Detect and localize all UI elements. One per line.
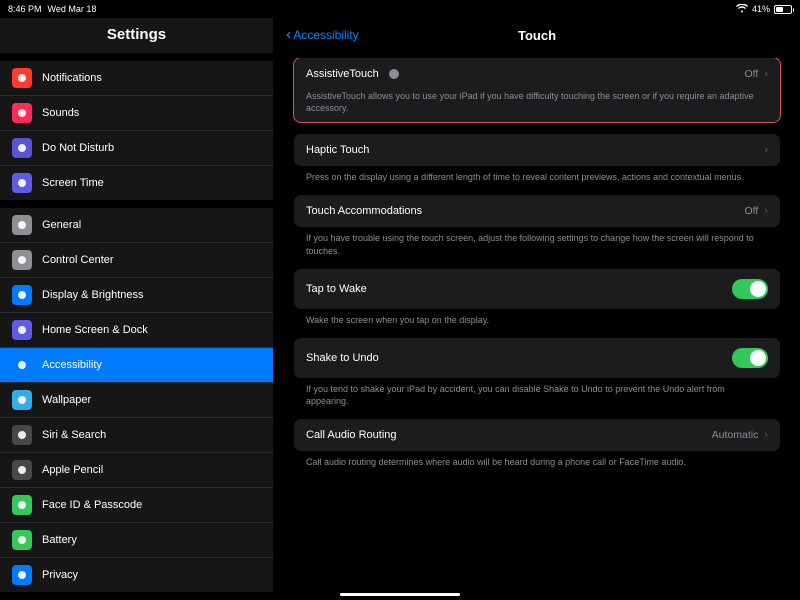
setting-footer: Press on the display using a different l… bbox=[294, 166, 780, 183]
sidebar-item-general[interactable]: General bbox=[0, 208, 273, 243]
switches-icon bbox=[12, 250, 32, 270]
sidebar-item-home-screen-dock[interactable]: Home Screen & Dock bbox=[0, 313, 273, 348]
setting-call-audio-routing[interactable]: Call Audio Routing Automatic › bbox=[294, 419, 780, 451]
battery-icon bbox=[12, 530, 32, 550]
setting-footer: AssistiveTouch allows you to use your iP… bbox=[294, 90, 780, 122]
sidebar-item-face-id-passcode[interactable]: Face ID & Passcode bbox=[0, 488, 273, 523]
toggle-switch[interactable] bbox=[732, 348, 768, 368]
sidebar-item-label: Screen Time bbox=[42, 177, 104, 189]
battery-percent: 41% bbox=[752, 4, 770, 14]
setting-assistivetouch[interactable]: AssistiveTouch Off › bbox=[294, 58, 780, 90]
hand-icon bbox=[12, 565, 32, 585]
sidebar-title: Settings bbox=[0, 18, 273, 53]
battery-icon bbox=[774, 5, 792, 14]
grid-icon bbox=[12, 320, 32, 340]
back-button[interactable]: ‹ Accessibility bbox=[286, 26, 359, 44]
sidebar-item-apple-pencil[interactable]: Apple Pencil bbox=[0, 453, 273, 488]
chevron-right-icon: › bbox=[764, 144, 768, 156]
flower-icon bbox=[12, 390, 32, 410]
sidebar-item-siri-search[interactable]: Siri & Search bbox=[0, 418, 273, 453]
sidebar-item-privacy[interactable]: Privacy bbox=[0, 558, 273, 592]
bell-icon bbox=[12, 68, 32, 88]
main-panel: ‹ Accessibility Touch AssistiveTouch Off ›… bbox=[274, 18, 800, 600]
wifi-icon bbox=[736, 4, 748, 15]
sidebar-item-label: Face ID & Passcode bbox=[42, 499, 142, 511]
settings-sidebar: Settings Notifications Sounds Do Not Distu… bbox=[0, 18, 274, 600]
chevron-right-icon: › bbox=[764, 205, 768, 217]
setting-label: Tap to Wake bbox=[306, 283, 367, 295]
sidebar-item-label: Home Screen & Dock bbox=[42, 324, 148, 336]
status-dot-icon bbox=[389, 69, 399, 79]
faceid-icon bbox=[12, 495, 32, 515]
status-date: Wed Mar 18 bbox=[48, 4, 97, 14]
setting-label: Shake to Undo bbox=[306, 352, 379, 364]
sidebar-item-label: Do Not Disturb bbox=[42, 142, 114, 154]
speaker-icon bbox=[12, 103, 32, 123]
sidebar-item-control-center[interactable]: Control Center bbox=[0, 243, 273, 278]
setting-haptic-touch[interactable]: Haptic Touch › bbox=[294, 134, 780, 166]
sidebar-item-accessibility[interactable]: Accessibility bbox=[0, 348, 273, 383]
pencil-icon bbox=[12, 460, 32, 480]
setting-value: Off bbox=[745, 68, 759, 80]
chevron-right-icon: › bbox=[764, 429, 768, 441]
status-bar: 8:46 PM Wed Mar 18 41% bbox=[0, 0, 800, 18]
toggle-switch[interactable] bbox=[732, 279, 768, 299]
hourglass-icon bbox=[12, 173, 32, 193]
setting-label: Haptic Touch bbox=[306, 144, 369, 156]
page-title: Touch bbox=[518, 28, 556, 43]
sidebar-item-wallpaper[interactable]: Wallpaper bbox=[0, 383, 273, 418]
sidebar-item-label: Battery bbox=[42, 534, 77, 546]
chevron-right-icon: › bbox=[764, 68, 768, 80]
sidebar-item-sounds[interactable]: Sounds bbox=[0, 96, 273, 131]
setting-label: Call Audio Routing bbox=[306, 429, 397, 441]
text-size-icon bbox=[12, 285, 32, 305]
setting-tap-to-wake[interactable]: Tap to Wake bbox=[294, 269, 780, 309]
sidebar-item-display-brightness[interactable]: Display & Brightness bbox=[0, 278, 273, 313]
status-time: 8:46 PM bbox=[8, 4, 42, 14]
setting-value: Off bbox=[745, 205, 759, 217]
sidebar-item-screen-time[interactable]: Screen Time bbox=[0, 166, 273, 200]
sidebar-item-battery[interactable]: Battery bbox=[0, 523, 273, 558]
sidebar-item-label: Privacy bbox=[42, 569, 78, 581]
setting-footer: Call audio routing determines where audi… bbox=[294, 451, 780, 468]
sidebar-item-label: Wallpaper bbox=[42, 394, 91, 406]
back-label: Accessibility bbox=[293, 28, 358, 42]
moon-icon bbox=[12, 138, 32, 158]
sidebar-item-label: Notifications bbox=[42, 72, 102, 84]
setting-footer: If you tend to shake your iPad by accide… bbox=[294, 378, 780, 407]
setting-label: AssistiveTouch bbox=[306, 68, 379, 80]
sidebar-item-label: Siri & Search bbox=[42, 429, 106, 441]
setting-value: Automatic bbox=[712, 429, 759, 441]
accessibility-icon bbox=[12, 355, 32, 375]
setting-footer: If you have trouble using the touch scre… bbox=[294, 227, 780, 256]
siri-icon bbox=[12, 425, 32, 445]
sidebar-item-label: Accessibility bbox=[42, 359, 102, 371]
setting-touch-accommodations[interactable]: Touch Accommodations Off › bbox=[294, 195, 780, 227]
setting-shake-to-undo[interactable]: Shake to Undo bbox=[294, 338, 780, 378]
gear-icon bbox=[12, 215, 32, 235]
sidebar-item-label: General bbox=[42, 219, 81, 231]
home-indicator[interactable] bbox=[340, 593, 460, 596]
sidebar-item-notifications[interactable]: Notifications bbox=[0, 61, 273, 96]
sidebar-item-label: Sounds bbox=[42, 107, 79, 119]
sidebar-item-label: Display & Brightness bbox=[42, 289, 144, 301]
sidebar-item-label: Apple Pencil bbox=[42, 464, 103, 476]
sidebar-item-do-not-disturb[interactable]: Do Not Disturb bbox=[0, 131, 273, 166]
chevron-left-icon: ‹ bbox=[286, 26, 291, 44]
setting-footer: Wake the screen when you tap on the disp… bbox=[294, 309, 780, 326]
setting-label: Touch Accommodations bbox=[306, 205, 422, 217]
sidebar-item-label: Control Center bbox=[42, 254, 114, 266]
